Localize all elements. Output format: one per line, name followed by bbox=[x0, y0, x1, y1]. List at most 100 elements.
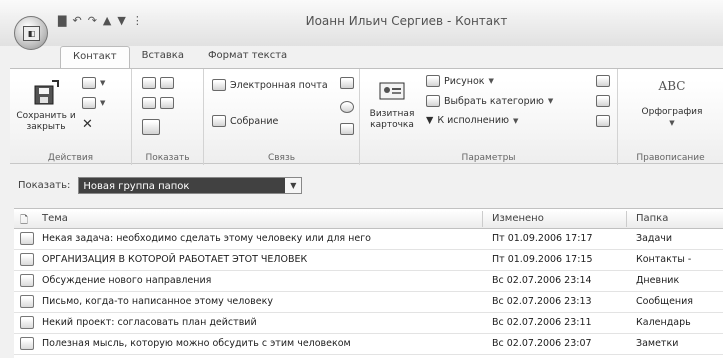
certificate-icon bbox=[142, 97, 156, 109]
tab-format-text[interactable]: Формат текста bbox=[196, 46, 299, 68]
chevron-down-icon: ▼ bbox=[547, 97, 554, 105]
call-button[interactable] bbox=[340, 77, 354, 89]
contact-icon bbox=[20, 253, 34, 266]
column-header-modified[interactable]: Изменено bbox=[492, 213, 544, 224]
globe-icon bbox=[340, 101, 354, 113]
window-title: Иоанн Ильич Сергиев - Контакт bbox=[305, 14, 508, 28]
list-row[interactable]: Полезная мысль, которую можно обсудить с… bbox=[14, 334, 723, 355]
show-general-button[interactable] bbox=[142, 77, 174, 89]
new-item-button[interactable]: ▼ bbox=[82, 77, 105, 89]
meeting-button[interactable]: Собрание bbox=[212, 115, 278, 127]
row-subject: Полезная мысль, которую можно обсудить с… bbox=[42, 338, 351, 349]
delete-button[interactable]: ✕ bbox=[82, 117, 93, 132]
spelling-label: Орфография bbox=[641, 107, 703, 117]
categorize-label: Выбрать категорию bbox=[444, 95, 544, 107]
row-folder: Заметки bbox=[636, 338, 679, 349]
office-logo-icon: ◧ bbox=[23, 26, 40, 41]
activities-icon bbox=[142, 119, 160, 135]
row-subject: Письмо, когда-то написанное этому челове… bbox=[42, 296, 273, 307]
save-close-button[interactable]: Сохранить и закрыть bbox=[16, 79, 76, 133]
check-names-icon bbox=[596, 115, 610, 127]
private-button[interactable] bbox=[596, 75, 610, 87]
row-modified: Пт 01.09.2006 17:17 bbox=[492, 233, 593, 244]
group-label-show: Показать bbox=[145, 153, 190, 163]
meeting-icon bbox=[212, 115, 226, 127]
chevron-down-icon: ▼ bbox=[100, 79, 106, 87]
show-activities-button[interactable] bbox=[142, 119, 160, 135]
address-book-button[interactable] bbox=[596, 95, 610, 107]
list-row[interactable]: Обсуждение нового направления Вс 02.07.2… bbox=[14, 271, 723, 292]
journal-icon bbox=[20, 274, 34, 287]
map-button[interactable] bbox=[340, 123, 354, 135]
email-icon bbox=[212, 79, 226, 91]
column-header-folder[interactable]: Папка bbox=[636, 213, 668, 224]
row-modified: Вс 02.07.2006 23:13 bbox=[492, 296, 592, 307]
folder-filter-row: Показать: Новая группа папок ▼ bbox=[18, 177, 303, 194]
business-card-icon bbox=[378, 77, 406, 105]
chevron-down-icon: ▼ bbox=[100, 99, 106, 107]
list-row[interactable]: Некая задача: необходимо сделать этому ч… bbox=[14, 229, 723, 250]
phone-icon bbox=[340, 77, 354, 89]
show-certificates-button[interactable] bbox=[142, 97, 174, 109]
ribbon: Сохранить и закрыть ▼ ▼ ✕ Действия Показ… bbox=[10, 68, 723, 165]
save-close-icon bbox=[32, 79, 60, 107]
note-icon bbox=[20, 337, 34, 350]
column-header-subject[interactable]: Тема bbox=[42, 213, 68, 224]
list-header: 🗋 Тема Изменено Папка bbox=[14, 209, 723, 229]
task-icon bbox=[20, 232, 34, 245]
details-icon bbox=[160, 77, 174, 89]
business-card-button[interactable]: Визитная карточка bbox=[364, 77, 420, 131]
tab-insert[interactable]: Вставка bbox=[130, 46, 196, 68]
meeting-label: Собрание bbox=[230, 115, 279, 127]
group-proofing: ABC Орфография ▼ Правописание bbox=[618, 69, 723, 165]
spelling-button[interactable]: ABC Орфография ▼ bbox=[628, 75, 716, 129]
delete-icon: ✕ bbox=[82, 117, 93, 132]
list-row[interactable]: Письмо, когда-то написанное этому челове… bbox=[14, 292, 723, 313]
column-divider[interactable] bbox=[626, 211, 627, 227]
group-actions: Сохранить и закрыть ▼ ▼ ✕ Действия bbox=[10, 69, 132, 165]
all-fields-icon bbox=[160, 97, 174, 109]
office-button[interactable]: ◧ bbox=[14, 16, 48, 50]
general-icon bbox=[142, 77, 156, 89]
chevron-down-icon[interactable]: ▼ bbox=[285, 178, 302, 193]
list-row[interactable]: ОРГАНИЗАЦИЯ В КОТОРОЙ РАБОТАЕТ ЭТОТ ЧЕЛО… bbox=[14, 250, 723, 271]
row-subject: Некий проект: согласовать план действий bbox=[42, 317, 257, 328]
web-page-button[interactable] bbox=[340, 101, 354, 113]
spelling-icon: ABC bbox=[658, 75, 686, 103]
categorize-icon bbox=[426, 95, 440, 107]
check-names-button[interactable] bbox=[596, 115, 610, 127]
forward-button[interactable]: ▼ bbox=[82, 97, 105, 109]
folder-group-select[interactable]: Новая группа папок ▼ bbox=[78, 177, 303, 194]
group-label-actions: Действия bbox=[47, 153, 94, 163]
business-card-label: Визитная карточка bbox=[369, 109, 415, 130]
row-folder: Дневник bbox=[636, 275, 680, 286]
title-bar: ▇ ↶ ↷ ▲ ▼ ⋮ Иоанн Ильич Сергиев - Контак… bbox=[0, 0, 723, 46]
show-label: Показать: bbox=[18, 180, 71, 191]
email-button[interactable]: Электронная почта bbox=[212, 79, 328, 91]
picture-button[interactable]: Рисунок ▼ bbox=[426, 75, 494, 87]
group-communicate: Электронная почта Собрание Связь bbox=[204, 69, 360, 165]
column-divider[interactable] bbox=[482, 211, 483, 227]
list-row[interactable]: Некий проект: согласовать план действий … bbox=[14, 313, 723, 334]
document-icon: 🗋 bbox=[20, 215, 29, 226]
tab-contact[interactable]: Контакт bbox=[60, 46, 130, 68]
flag-icon: ▼ bbox=[426, 115, 434, 126]
picture-icon bbox=[426, 75, 440, 87]
group-label-options: Параметры bbox=[461, 153, 516, 163]
row-modified: Вс 02.07.2006 23:11 bbox=[492, 317, 592, 328]
ribbon-tabs: Контакт Вставка Формат текста bbox=[60, 46, 299, 68]
map-icon bbox=[340, 123, 354, 135]
row-folder: Календарь bbox=[636, 317, 691, 328]
group-options: Визитная карточка Рисунок ▼ Выбрать катег… bbox=[360, 69, 618, 165]
address-book-icon bbox=[596, 95, 610, 107]
categorize-button[interactable]: Выбрать категорию ▼ bbox=[426, 95, 553, 107]
save-close-label: Сохранить и закрыть bbox=[16, 111, 76, 132]
new-icon bbox=[82, 77, 96, 89]
picture-label: Рисунок bbox=[444, 75, 485, 87]
group-label-proofing: Правописание bbox=[636, 153, 705, 163]
row-modified: Пт 01.09.2006 17:15 bbox=[492, 254, 593, 265]
followup-button[interactable]: ▼ К исполнению ▼ bbox=[426, 115, 518, 126]
group-show: Показать bbox=[132, 69, 204, 165]
row-folder: Сообщения bbox=[636, 296, 694, 307]
row-subject: Обсуждение нового направления bbox=[42, 275, 212, 286]
